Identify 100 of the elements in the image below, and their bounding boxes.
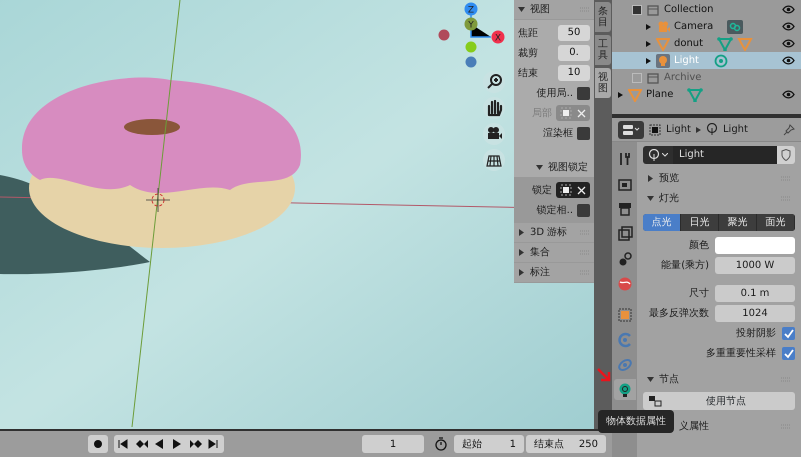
- lock-toggle[interactable]: [556, 182, 590, 198]
- light-type-tab[interactable]: 点光: [643, 214, 681, 231]
- checkbox[interactable]: [782, 346, 795, 360]
- camera-icon: [656, 20, 670, 34]
- field-label: 结束点: [534, 438, 564, 452]
- axis-handle[interactable]: Z: [464, 2, 478, 16]
- toggle-label: 锁定: [532, 184, 552, 198]
- end-frame-field[interactable]: 结束点 250: [526, 435, 606, 453]
- record-button[interactable]: [88, 435, 108, 453]
- sidebar-tab[interactable]: 视图: [595, 68, 611, 98]
- collapse-arrow-icon[interactable]: [518, 6, 525, 13]
- collapse-arrow-icon[interactable]: [647, 376, 654, 382]
- drag-handle-icon[interactable]: [781, 424, 791, 428]
- checkbox[interactable]: [577, 126, 590, 140]
- camera-data-icon[interactable]: [727, 20, 744, 34]
- value-field[interactable]: 1000 W: [715, 256, 795, 274]
- number-field[interactable]: 50: [558, 25, 590, 41]
- checkbox[interactable]: [632, 4, 642, 14]
- globe-icon: [617, 276, 633, 292]
- expand-arrow-icon[interactable]: [518, 269, 525, 276]
- zoom-icon[interactable]: [483, 71, 505, 93]
- outliner-row[interactable]: donut: [612, 35, 801, 52]
- expand-arrow-icon[interactable]: [646, 58, 652, 64]
- fake-user-button[interactable]: [777, 146, 795, 164]
- number-field[interactable]: 10: [558, 65, 590, 81]
- check-icon: [783, 328, 794, 338]
- datablock-type-button[interactable]: [643, 146, 673, 164]
- value-field[interactable]: 0.1 m: [715, 284, 795, 302]
- expand-arrow-icon[interactable]: [518, 249, 525, 256]
- field-label: 裁剪: [518, 46, 538, 60]
- item-name: Camera: [674, 20, 714, 34]
- color-swatch[interactable]: [715, 236, 795, 254]
- sidebar-tab[interactable]: 条目: [595, 2, 611, 32]
- field-value: 1: [510, 438, 516, 452]
- field-value: 250: [578, 438, 598, 452]
- pin-icon[interactable]: [783, 124, 795, 136]
- light-icon: [656, 54, 670, 68]
- editor-type-button[interactable]: [618, 120, 644, 138]
- checkbox[interactable]: [577, 86, 590, 100]
- checkbox[interactable]: [632, 72, 642, 82]
- axis-dot[interactable]: [466, 42, 476, 52]
- check-icon: [783, 348, 794, 358]
- grid-icon[interactable]: [483, 149, 505, 171]
- sidebar-tab[interactable]: 工具: [595, 35, 611, 65]
- value-field[interactable]: 1024: [715, 304, 795, 322]
- axis-handle[interactable]: X: [492, 30, 504, 44]
- drag-handle-icon[interactable]: [580, 230, 590, 235]
- drag-handle-icon[interactable]: [580, 250, 590, 255]
- hand-icon[interactable]: [483, 97, 505, 119]
- camera-icon[interactable]: [483, 123, 505, 145]
- collapse-arrow-icon[interactable]: [647, 194, 654, 202]
- frame-field[interactable]: 1: [362, 435, 424, 453]
- jump-end-icon[interactable]: [208, 439, 220, 449]
- ring-icon: [617, 332, 633, 348]
- start-frame-field[interactable]: 起始 1: [454, 435, 524, 453]
- next-key-icon[interactable]: [190, 439, 202, 449]
- outliner-row[interactable]: Collection: [612, 1, 801, 18]
- checkbox[interactable]: [577, 204, 590, 216]
- field-label: 能量(乘方): [660, 258, 709, 272]
- expand-arrow-icon[interactable]: [646, 24, 652, 30]
- jump-start-icon[interactable]: [118, 439, 130, 449]
- play-reverse-icon[interactable]: [154, 439, 166, 449]
- eye-icon[interactable]: [782, 56, 795, 65]
- eye-icon[interactable]: [782, 22, 795, 31]
- checkbox[interactable]: [782, 326, 795, 340]
- eye-icon[interactable]: [782, 39, 795, 48]
- axis-dot[interactable]: [438, 30, 450, 40]
- properties-tab[interactable]: [614, 379, 636, 400]
- collapse-arrow-icon[interactable]: [536, 164, 543, 170]
- drag-handle-icon[interactable]: [781, 196, 791, 200]
- expand-arrow-icon[interactable]: [646, 40, 652, 46]
- drag-handle-icon[interactable]: [580, 7, 590, 12]
- outliner-row[interactable]: Camera: [612, 18, 801, 35]
- collection-icon: [646, 2, 660, 16]
- eye-icon[interactable]: [782, 90, 795, 99]
- drag-handle-icon[interactable]: [781, 376, 791, 382]
- use-nodes-button[interactable]: 使用节点: [643, 392, 795, 410]
- cursor-icon: [146, 188, 170, 212]
- stopwatch-icon[interactable]: [434, 437, 448, 451]
- node-icon: [648, 395, 662, 407]
- outliner-row[interactable]: Plane: [612, 86, 801, 103]
- close-icon[interactable]: [576, 186, 586, 194]
- expand-arrow-icon[interactable]: [647, 174, 654, 182]
- prev-key-icon[interactable]: [136, 439, 148, 449]
- panel-title[interactable]: 灯光: [659, 190, 776, 206]
- number-field[interactable]: 0.: [558, 45, 590, 61]
- checkbox-label: 渲染框: [543, 126, 573, 140]
- datablock-name-field[interactable]: Light: [673, 146, 777, 164]
- axis-handle[interactable]: Y: [464, 18, 478, 30]
- expand-arrow-icon[interactable]: [518, 229, 525, 236]
- object-icon: [649, 124, 661, 136]
- panel-title[interactable]: 视图锁定: [548, 160, 590, 174]
- expand-arrow-icon[interactable]: [618, 92, 624, 98]
- collection-icon: [646, 70, 660, 84]
- panel-title[interactable]: 节点: [659, 372, 776, 386]
- drag-handle-icon[interactable]: [580, 270, 590, 275]
- eye-icon[interactable]: [782, 5, 795, 14]
- drag-handle-icon[interactable]: [781, 176, 791, 180]
- panel-title[interactable]: 预览: [659, 170, 776, 186]
- axis-dot[interactable]: [466, 56, 476, 68]
